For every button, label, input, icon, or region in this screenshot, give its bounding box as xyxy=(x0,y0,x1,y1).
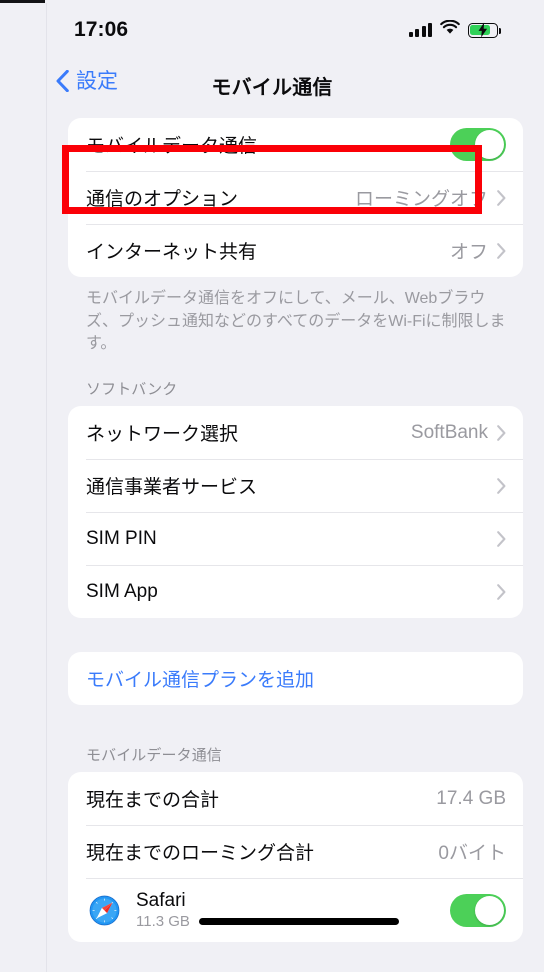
data-usage-group: 現在までの合計 17.4 GB 現在までのローミング合計 0バイト Safari… xyxy=(68,772,523,943)
navigation-bar: 設定 モバイル通信 xyxy=(0,56,544,118)
row-network-selection[interactable]: ネットワーク選択 SoftBank xyxy=(68,406,523,459)
row-app-safari[interactable]: Safari 11.3 GB xyxy=(68,878,523,942)
toggle-knob xyxy=(475,895,504,925)
row-label: 通信のオプション xyxy=(86,189,239,210)
status-indicators xyxy=(408,19,501,40)
data-usage-section-header: モバイルデータ通信 xyxy=(86,747,222,765)
row-label: 現在までの合計 xyxy=(86,790,220,812)
row-label: インターネット共有 xyxy=(86,242,258,263)
add-plan-group: モバイル通信プランを追加 xyxy=(68,652,523,706)
chevron-right-icon xyxy=(497,242,506,259)
cellular-group-footer: モバイルデータ通信をオフにして、メール、Webブラウズ、プッシュ通知などのすべて… xyxy=(86,290,506,353)
row-sim-app[interactable]: SIM App xyxy=(68,565,523,618)
battery-charging-icon xyxy=(468,22,501,38)
add-plan-label: モバイル通信プランを追加 xyxy=(86,670,315,692)
cellular-settings-group: モバイルデータ通信 通信のオプション ローミングオフ インターネット共有 オフ xyxy=(68,118,523,277)
row-value: ローミングオフ xyxy=(354,189,488,210)
row-label: 通信事業者サービス xyxy=(86,477,258,499)
row-value: SoftBank xyxy=(410,421,488,443)
chevron-right-icon xyxy=(497,530,506,547)
safari-data-toggle[interactable] xyxy=(450,893,506,927)
row-value: 0バイト xyxy=(438,843,506,865)
row-value: 17.4 GB xyxy=(436,787,506,809)
row-value: オフ xyxy=(449,242,488,263)
settings-scroll-view[interactable]: モバイルデータ通信 通信のオプション ローミングオフ インターネット共有 オフ … xyxy=(47,118,544,972)
cellular-signal-icon xyxy=(408,23,432,37)
row-current-period: 現在までの合計 17.4 GB xyxy=(68,772,523,825)
row-add-cellular-plan[interactable]: モバイル通信プランを追加 xyxy=(68,652,523,705)
app-usage-line: 11.3 GB xyxy=(136,913,450,930)
carrier-section-header: ソフトバンク xyxy=(86,381,178,399)
row-mobile-data[interactable]: モバイルデータ通信 xyxy=(68,118,523,171)
carrier-settings-group: ネットワーク選択 SoftBank 通信事業者サービス SIM PIN SIM … xyxy=(68,406,523,619)
chevron-right-icon xyxy=(497,477,506,494)
row-cellular-options[interactable]: 通信のオプション ローミングオフ xyxy=(68,171,523,224)
chevron-right-icon xyxy=(497,583,506,600)
mobile-data-toggle[interactable] xyxy=(450,128,506,161)
row-current-period-roaming: 現在までのローミング合計 0バイト xyxy=(68,825,523,878)
app-name: Safari xyxy=(136,890,186,912)
row-label: SIM App xyxy=(86,580,158,602)
safari-icon xyxy=(86,891,123,929)
row-label: モバイルデータ通信 xyxy=(86,136,258,157)
chevron-right-icon xyxy=(497,189,506,206)
redaction-bar xyxy=(198,918,399,926)
chevron-right-icon xyxy=(497,424,506,441)
row-label: SIM PIN xyxy=(86,527,157,549)
row-carrier-services[interactable]: 通信事業者サービス xyxy=(68,459,523,512)
row-personal-hotspot[interactable]: インターネット共有 オフ xyxy=(68,224,523,277)
toggle-knob xyxy=(475,130,504,159)
row-sim-pin[interactable]: SIM PIN xyxy=(68,512,523,565)
status-time: 17:06 xyxy=(74,18,129,41)
status-bar: 17:06 xyxy=(0,0,544,56)
page-title: モバイル通信 xyxy=(211,77,333,99)
app-usage-value: 11.3 GB xyxy=(136,913,190,931)
wifi-icon xyxy=(440,19,460,40)
row-label: 現在までのローミング合計 xyxy=(86,843,315,865)
row-label: ネットワーク選択 xyxy=(86,424,239,446)
app-info: Safari 11.3 GB xyxy=(136,890,450,930)
